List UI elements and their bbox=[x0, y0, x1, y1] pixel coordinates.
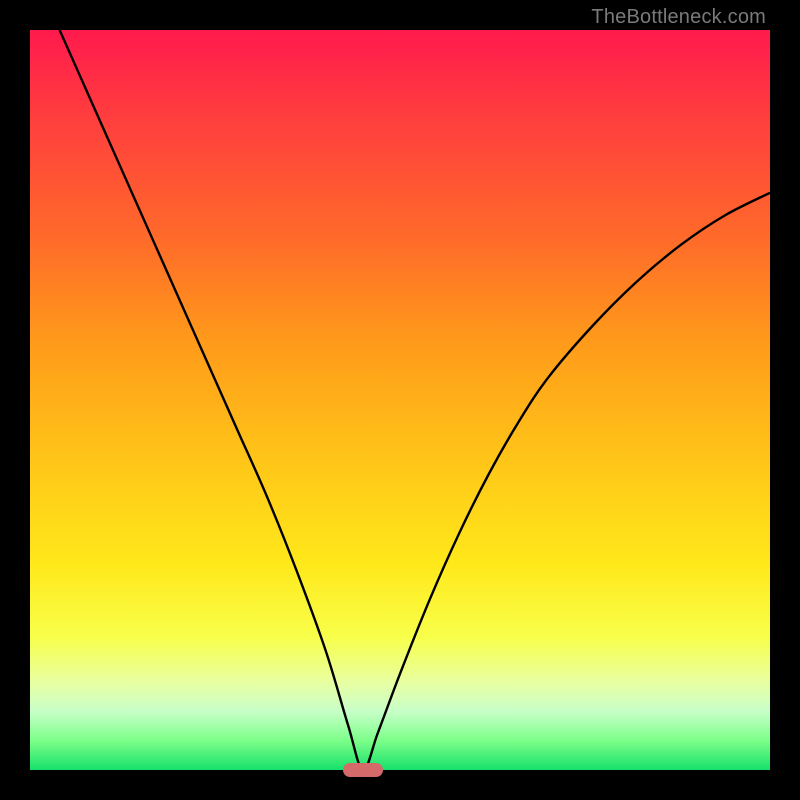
bottleneck-curve bbox=[60, 30, 770, 770]
minimum-marker bbox=[343, 763, 383, 777]
chart-frame: TheBottleneck.com bbox=[0, 0, 800, 800]
watermark-text: TheBottleneck.com bbox=[591, 6, 766, 29]
curve-layer bbox=[30, 30, 770, 770]
plot-area bbox=[30, 30, 770, 770]
